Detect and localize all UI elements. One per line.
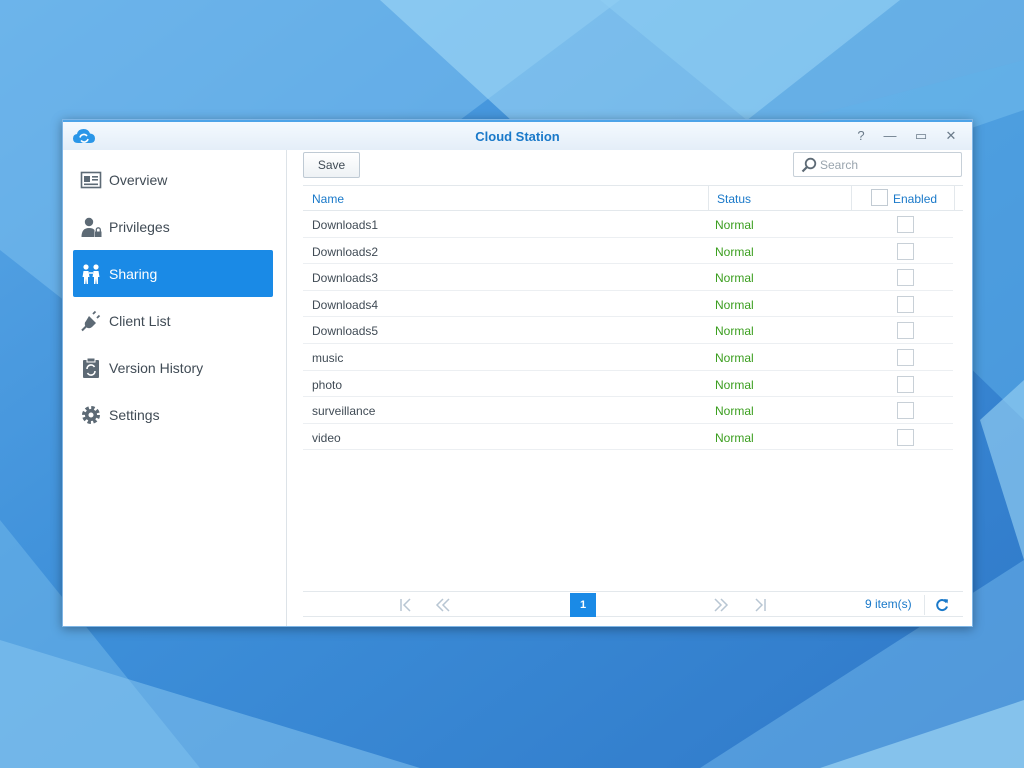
maximize-button[interactable]: ▭ <box>913 128 929 144</box>
enabled-checkbox[interactable] <box>897 269 914 287</box>
enabled-checkbox[interactable] <box>897 348 914 366</box>
select-all-checkbox[interactable] <box>871 189 888 206</box>
enabled-checkbox[interactable] <box>897 322 914 340</box>
sidebar-item-label: Settings <box>109 406 160 423</box>
table-row[interactable]: Downloads3 Normal <box>303 264 953 291</box>
column-header-name[interactable]: Name <box>312 192 344 206</box>
status-text: Normal <box>715 430 754 445</box>
client-list-icon <box>81 310 101 331</box>
table-row[interactable]: Downloads1 Normal <box>303 211 953 238</box>
table-body: Downloads1 Normal Downloads2 Normal Down… <box>303 211 963 451</box>
status-text: Normal <box>715 297 754 312</box>
close-button[interactable]: ✕ <box>943 128 959 144</box>
pagination-bar: 1 9 item(s) <box>303 591 963 617</box>
table-row[interactable]: music Normal <box>303 344 953 371</box>
search-icon <box>801 157 817 173</box>
enabled-checkbox[interactable] <box>897 402 914 420</box>
enabled-checkbox[interactable] <box>897 242 914 260</box>
sidebar-item-sharing[interactable]: Sharing <box>73 250 273 297</box>
title-bar[interactable]: Cloud Station ? — ▭ ✕ <box>63 120 972 150</box>
column-separator <box>954 186 955 211</box>
status-text: Normal <box>715 404 754 419</box>
enabled-checkbox[interactable] <box>897 428 914 446</box>
refresh-icon[interactable] <box>935 598 949 612</box>
status-text: Normal <box>715 377 754 392</box>
search-input[interactable] <box>820 155 958 174</box>
overview-icon <box>80 171 102 188</box>
status-text: Normal <box>715 271 754 286</box>
column-separator <box>851 186 852 211</box>
sharing-icon <box>82 263 100 284</box>
version-history-icon <box>83 357 99 378</box>
folder-name: Downloads3 <box>312 271 379 286</box>
sidebar-item-overview[interactable]: Overview <box>73 156 273 203</box>
sidebar-item-settings[interactable]: Settings <box>73 391 273 438</box>
folder-name: Downloads1 <box>312 218 379 232</box>
table-row[interactable]: Downloads5 Normal <box>303 317 953 344</box>
window-title: Cloud Station <box>475 129 560 144</box>
sidebar-item-label: Overview <box>109 171 168 188</box>
status-text: Normal <box>715 324 754 339</box>
column-separator <box>708 186 709 211</box>
item-count: 9 item(s) <box>865 597 912 611</box>
sidebar-item-label: Client List <box>109 312 171 329</box>
folder-name: Downloads2 <box>312 244 379 259</box>
next-page-icon[interactable] <box>713 597 729 613</box>
folder-name: music <box>312 350 344 365</box>
gear-icon <box>82 405 100 424</box>
privileges-icon <box>81 217 102 237</box>
enabled-checkbox[interactable] <box>897 375 914 393</box>
table-row[interactable]: Downloads4 Normal <box>303 291 953 318</box>
help-button[interactable]: ? <box>853 128 869 144</box>
table-row[interactable]: photo Normal <box>303 371 953 398</box>
first-page-icon[interactable] <box>398 597 414 613</box>
sidebar-item-label: Sharing <box>109 265 158 282</box>
sidebar-item-label: Version History <box>109 359 204 376</box>
last-page-icon[interactable] <box>752 597 768 613</box>
table-row[interactable]: surveillance Normal <box>303 397 953 424</box>
shared-folder-table: Name Status Enabled Downloads1 Normal Do… <box>303 185 963 451</box>
table-row[interactable]: Downloads2 Normal <box>303 238 953 265</box>
folder-name: video <box>312 430 341 445</box>
column-header-enabled[interactable]: Enabled <box>893 192 937 206</box>
column-header-status[interactable]: Status <box>717 192 751 206</box>
folder-name: photo <box>312 377 343 392</box>
main-panel: Save Name Status Enabled Downloads1 <box>303 150 963 626</box>
pager-separator <box>924 595 925 615</box>
sidebar-item-version-history[interactable]: Version History <box>73 344 273 391</box>
sidebar-item-privileges[interactable]: Privileges <box>73 203 273 250</box>
search-box[interactable] <box>793 152 962 177</box>
enabled-checkbox[interactable] <box>897 295 914 313</box>
sidebar: Overview Privileges Sharing Client List … <box>63 150 287 626</box>
save-button[interactable]: Save <box>303 152 360 178</box>
status-text: Normal <box>715 218 754 232</box>
sidebar-item-label: Privileges <box>109 218 170 235</box>
cloud-station-window: Cloud Station ? — ▭ ✕ Overview Privilege… <box>62 119 973 627</box>
previous-page-icon[interactable] <box>435 597 451 613</box>
table-row[interactable]: video Normal <box>303 424 953 451</box>
minimize-button[interactable]: — <box>882 128 898 144</box>
status-text: Normal <box>715 244 754 259</box>
enabled-checkbox[interactable] <box>897 216 914 233</box>
current-page-button[interactable]: 1 <box>570 593 596 617</box>
sidebar-item-client-list[interactable]: Client List <box>73 297 273 344</box>
folder-name: Downloads4 <box>312 297 379 312</box>
folder-name: surveillance <box>312 404 376 419</box>
folder-name: Downloads5 <box>312 324 379 339</box>
status-text: Normal <box>715 350 754 365</box>
table-header: Name Status Enabled <box>303 185 963 211</box>
